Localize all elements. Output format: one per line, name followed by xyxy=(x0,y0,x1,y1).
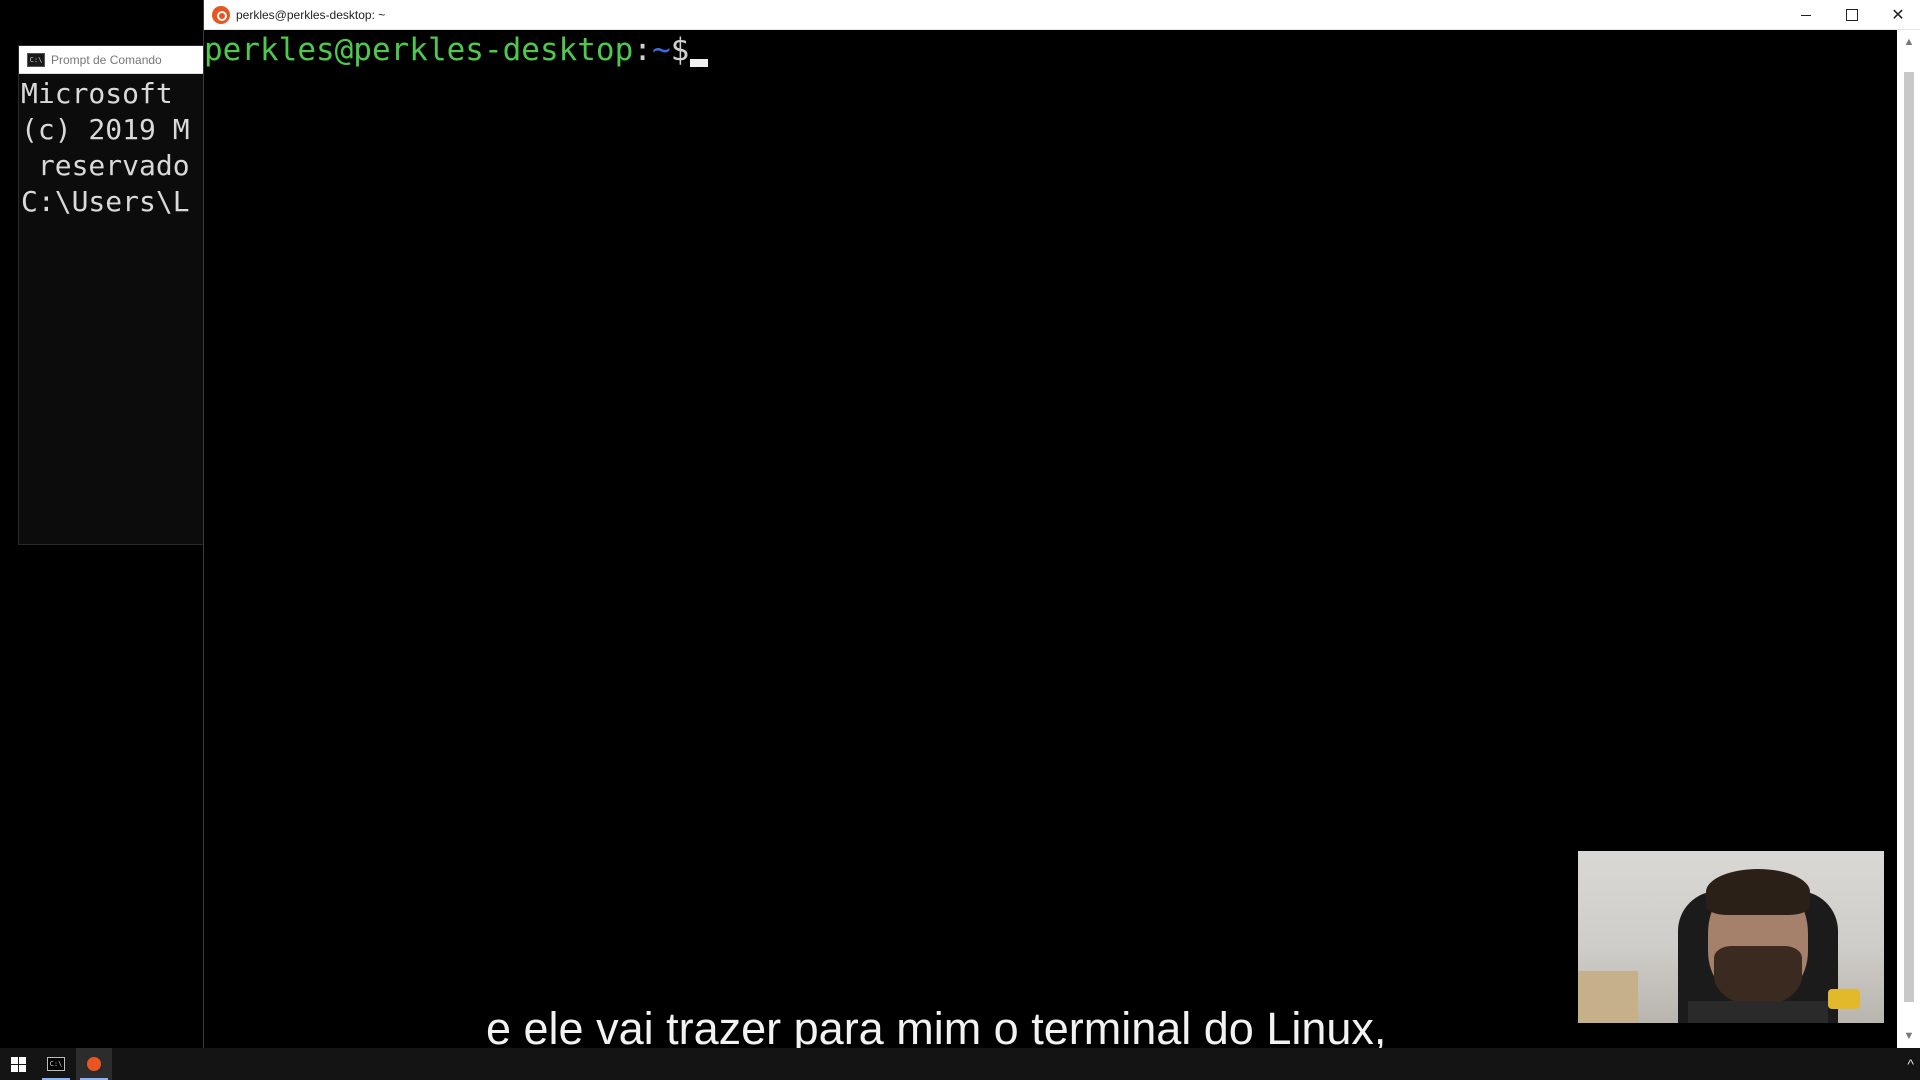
taskbar: C:\ ^ xyxy=(0,1048,1920,1080)
webcam-beard xyxy=(1714,946,1802,1006)
cmd-line: reservado xyxy=(21,149,190,182)
cmd-titlebar[interactable]: C:\ Prompt de Comando xyxy=(19,46,204,74)
webcam-shirt xyxy=(1688,1001,1828,1023)
scroll-up-icon[interactable]: ▲ xyxy=(1897,32,1920,52)
tray-chevron-icon[interactable]: ^ xyxy=(1907,1048,1914,1080)
maximize-button[interactable] xyxy=(1829,0,1875,30)
cmd-line: C:\Users\L xyxy=(21,185,190,218)
prompt-colon: : xyxy=(633,32,652,68)
cmd-output: Microsoft (c) 2019 M reservado C:\Users\L xyxy=(19,74,204,220)
text-cursor xyxy=(690,59,708,67)
scroll-down-icon[interactable]: ▼ xyxy=(1897,1026,1920,1046)
prompt-user-host: perkles@perkles-desktop xyxy=(204,32,634,68)
start-button[interactable] xyxy=(0,1048,36,1080)
cmd-line: Microsoft xyxy=(21,77,173,110)
cmd-window-title: Prompt de Comando xyxy=(51,52,162,67)
minimize-icon xyxy=(1801,14,1811,16)
close-icon: ✕ xyxy=(1891,7,1905,24)
terminal-window-title: perkles@perkles-desktop: ~ xyxy=(236,7,386,22)
webcam-background-shelf xyxy=(1578,971,1638,1023)
taskbar-cmd-button[interactable]: C:\ xyxy=(38,1048,74,1080)
prompt-path: ~ xyxy=(651,32,671,68)
minimize-button[interactable] xyxy=(1783,0,1829,30)
ubuntu-icon xyxy=(87,1057,101,1071)
close-button[interactable]: ✕ xyxy=(1875,0,1920,30)
cmd-icon: C:\ xyxy=(47,1057,65,1071)
scrollbar-thumb[interactable] xyxy=(1904,72,1914,1002)
webcam-object xyxy=(1828,989,1860,1009)
webcam-hair xyxy=(1706,869,1810,915)
ubuntu-icon[interactable] xyxy=(212,5,230,24)
vertical-scrollbar[interactable]: ▲ ▼ xyxy=(1897,30,1920,1048)
prompt-dollar: $ xyxy=(670,32,690,68)
terminal-titlebar[interactable]: perkles@perkles-desktop: ~ ✕ xyxy=(204,0,1920,30)
cmd-window[interactable]: C:\ Prompt de Comando Microsoft (c) 2019 … xyxy=(18,45,205,545)
cmd-line: (c) 2019 M xyxy=(21,113,190,146)
maximize-icon xyxy=(1846,9,1858,21)
cmd-app-icon: C:\ xyxy=(27,52,45,67)
windows-start-icon xyxy=(10,1056,26,1072)
webcam-overlay xyxy=(1578,851,1884,1023)
taskbar-ubuntu-button[interactable] xyxy=(76,1048,112,1080)
shell-prompt: perkles@perkles-desktop:~$ xyxy=(204,32,689,68)
